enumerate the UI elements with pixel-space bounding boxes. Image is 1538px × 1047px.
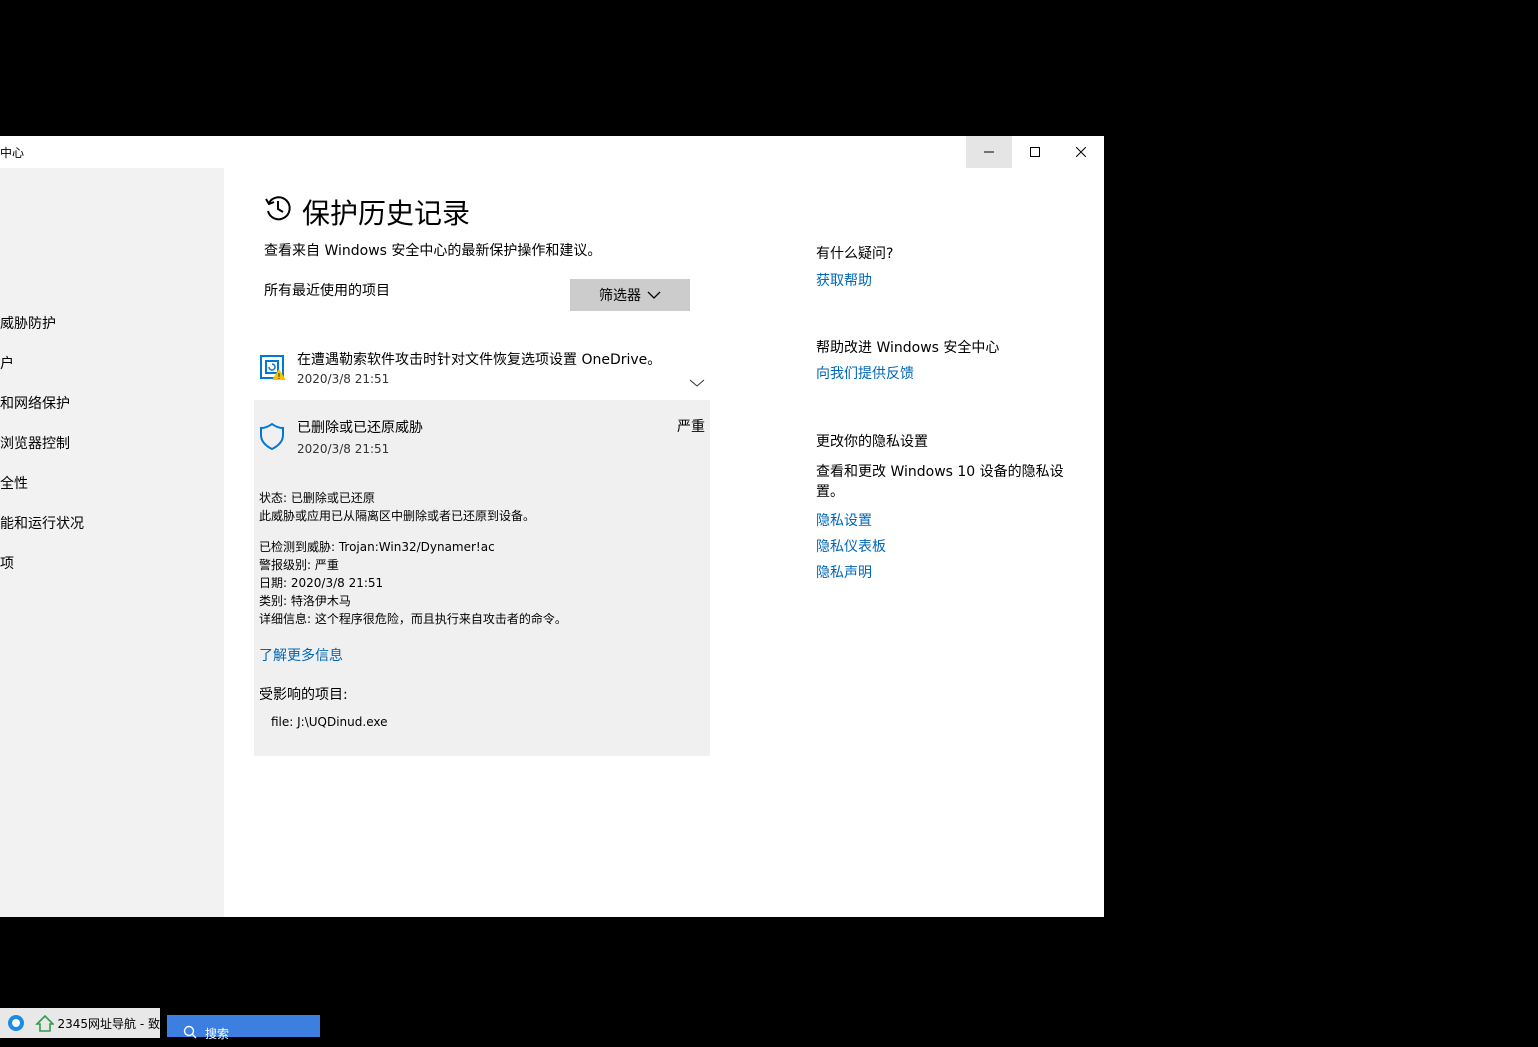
shield-icon <box>260 422 284 450</box>
item-date: 2020/3/8 21:51 <box>297 442 390 456</box>
taskbar-search-box[interactable]: 搜索 <box>167 1015 320 1041</box>
sidebar-item-family-options[interactable]: 项 <box>0 553 14 573</box>
questions-heading: 有什么疑问? <box>816 246 894 262</box>
svg-text:!: ! <box>277 372 280 381</box>
history-item-onedrive[interactable]: ! 在遭遇勒索软件攻击时针对文件恢复选项设置 OneDrive。 2020/3/… <box>254 343 710 399</box>
privacy-statement-link[interactable]: 隐私声明 <box>816 562 872 582</box>
privacy-heading: 更改你的隐私设置 <box>816 434 928 450</box>
main-content: 保护历史记录 查看来自 Windows 安全中心的最新保护操作和建议。 所有最近… <box>224 168 1104 917</box>
windows-security-window: 中心 威胁防护 户 和网络保护 浏览器控制 全性 能和运行状况 项 保护历史记录… <box>0 136 1104 917</box>
privacy-text: 查看和更改 Windows 10 设备的隐私设置。 <box>816 464 1064 500</box>
minimize-button[interactable] <box>966 136 1012 168</box>
threat-date: 日期: 2020/3/8 21:51 <box>259 576 384 590</box>
maximize-icon <box>1030 147 1040 157</box>
home-icon <box>34 1014 54 1032</box>
page-description: 查看来自 Windows 安全中心的最新保护操作和建议。 <box>264 243 602 259</box>
folder-shield-warning-icon: ! <box>260 355 286 381</box>
close-button[interactable] <box>1058 136 1104 168</box>
chevron-down-icon[interactable] <box>689 378 705 388</box>
detected-threat: 已检测到威胁: Trojan:Win32/Dynamer!ac <box>259 540 495 554</box>
improve-heading: 帮助改进 Windows 安全中心 <box>816 340 1000 356</box>
item-date: 2020/3/8 21:51 <box>297 372 390 386</box>
sidebar-item-app-browser-control[interactable]: 浏览器控制 <box>0 433 70 453</box>
window-title: 中心 <box>0 146 25 160</box>
title-bar: 中心 <box>0 136 1104 168</box>
sidebar-item-virus-threat-protection[interactable]: 威胁防护 <box>0 313 56 333</box>
sidebar-item-account-protection[interactable]: 户 <box>0 353 14 373</box>
threat-details: 详细信息: 这个程序很危险，而且执行来自攻击者的命令。 <box>259 612 567 626</box>
taskbar-app-label: 2345网址导航 - 致 <box>57 1016 161 1031</box>
sidebar-item-firewall-network[interactable]: 和网络保护 <box>0 393 70 413</box>
severity-label: 严重 <box>677 419 705 435</box>
search-label: 搜索 <box>205 1026 230 1041</box>
taskbar-app-2345[interactable]: 2345网址导航 - 致 <box>0 1008 160 1038</box>
filter-label: 所有最近使用的项目 <box>264 283 390 299</box>
affected-items-label: 受影响的项目: <box>259 687 348 703</box>
status-line: 状态: 已删除或已还原 <box>259 491 375 505</box>
search-icon <box>183 1025 197 1039</box>
privacy-dashboard-link[interactable]: 隐私仪表板 <box>816 536 886 556</box>
sidebar-item-device-performance[interactable]: 能和运行状况 <box>0 513 84 533</box>
affected-file: file: J:\UQDinud.exe <box>271 715 388 729</box>
browser-icon <box>8 1015 24 1031</box>
maximize-button[interactable] <box>1012 136 1058 168</box>
status-description: 此威胁或应用已从隔离区中删除或者已还原到设备。 <box>259 509 536 523</box>
item-title: 在遭遇勒索软件攻击时针对文件恢复选项设置 OneDrive。 <box>297 352 662 368</box>
close-icon <box>1076 147 1086 157</box>
chevron-down-icon <box>647 291 661 299</box>
alert-level: 警报级别: 严重 <box>259 558 339 572</box>
sidebar: 威胁防护 户 和网络保护 浏览器控制 全性 能和运行状况 项 <box>0 168 224 917</box>
threat-category: 类别: 特洛伊木马 <box>259 594 351 608</box>
minimize-icon <box>984 151 994 153</box>
privacy-settings-link[interactable]: 隐私设置 <box>816 510 872 530</box>
get-help-link[interactable]: 获取帮助 <box>816 270 872 290</box>
learn-more-link[interactable]: 了解更多信息 <box>259 645 343 665</box>
feedback-link[interactable]: 向我们提供反馈 <box>816 363 914 383</box>
history-item-threat: 已删除或已还原威胁 2020/3/8 21:51 严重 状态: 已删除或已还原 … <box>254 400 710 756</box>
sidebar-item-device-security[interactable]: 全性 <box>0 473 28 493</box>
filter-button-label: 筛选器 <box>599 288 641 304</box>
page-title: 保护历史记录 <box>302 197 471 230</box>
filter-button[interactable]: 筛选器 <box>570 279 690 311</box>
history-icon <box>265 196 291 221</box>
item-title: 已删除或已还原威胁 <box>297 420 423 436</box>
